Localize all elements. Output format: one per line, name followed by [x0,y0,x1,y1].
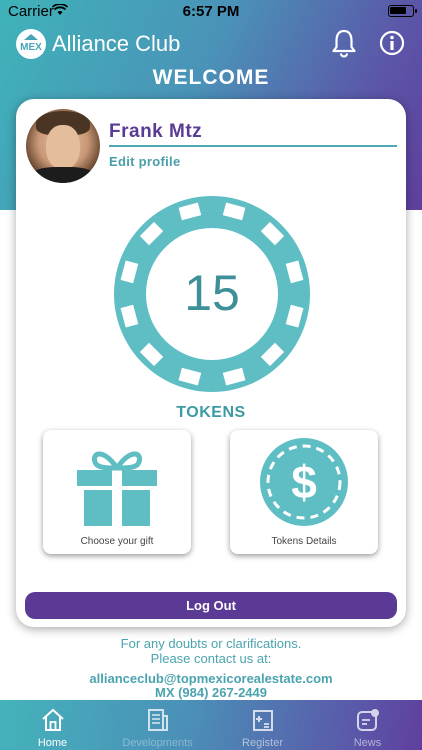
contact-email-link[interactable]: allianceclub@topmexicorealestate.com [0,671,422,686]
logout-button[interactable]: Log Out [25,592,397,619]
token-count: 15 [184,265,240,321]
app-header: MEX Alliance Club [0,24,422,64]
contact-phone-link[interactable]: MX (984) 267-2449 [0,685,422,700]
tokens-details-label: Tokens Details [271,536,337,547]
building-icon [148,709,168,731]
news-icon [357,709,379,731]
user-name: Frank Mtz [109,121,203,142]
tab-bar: Home Developments Register News [0,700,422,750]
tokens-details-button[interactable]: $ Tokens Details [230,430,378,554]
tab-home[interactable]: Home [0,700,105,750]
register-icon [253,710,273,731]
svg-text:$: $ [291,456,317,508]
tab-home-label: Home [37,737,68,749]
choose-gift-button[interactable]: Choose your gift [43,430,191,554]
tab-developments-label: Developments [122,737,193,749]
tab-news-label: News [353,737,382,749]
tokens-label: TOKENS [176,404,246,421]
tab-register[interactable]: Register [210,700,315,750]
contact-line-1: For any doubts or clarifications. [120,636,302,651]
tab-developments[interactable]: Developments [105,700,210,750]
info-icon[interactable] [378,28,406,58]
app-logo: MEX [16,29,46,59]
profile-card: Frank Mtz Edit profile 15 TOKENS Choose … [16,99,406,627]
home-icon [42,708,64,731]
logo-text: MEX [20,41,42,53]
dollar-coin-icon: $ [260,438,348,526]
contact-line-2: Please contact us at: [150,651,272,666]
welcome-heading: WELCOME [152,66,270,89]
status-bar: Carrier 6:57 PM [0,0,422,22]
app-title: Alliance Club [52,31,181,56]
tab-news[interactable]: News [315,700,420,750]
name-divider [109,145,397,147]
gift-icon [77,451,157,526]
tab-register-label: Register [242,737,283,749]
bell-icon[interactable] [330,28,358,58]
edit-profile-link[interactable]: Edit profile [109,154,181,169]
avatar[interactable] [26,109,100,183]
battery-icon [388,5,417,17]
choose-gift-label: Choose your gift [80,536,154,547]
status-time: 6:57 PM [182,3,240,20]
